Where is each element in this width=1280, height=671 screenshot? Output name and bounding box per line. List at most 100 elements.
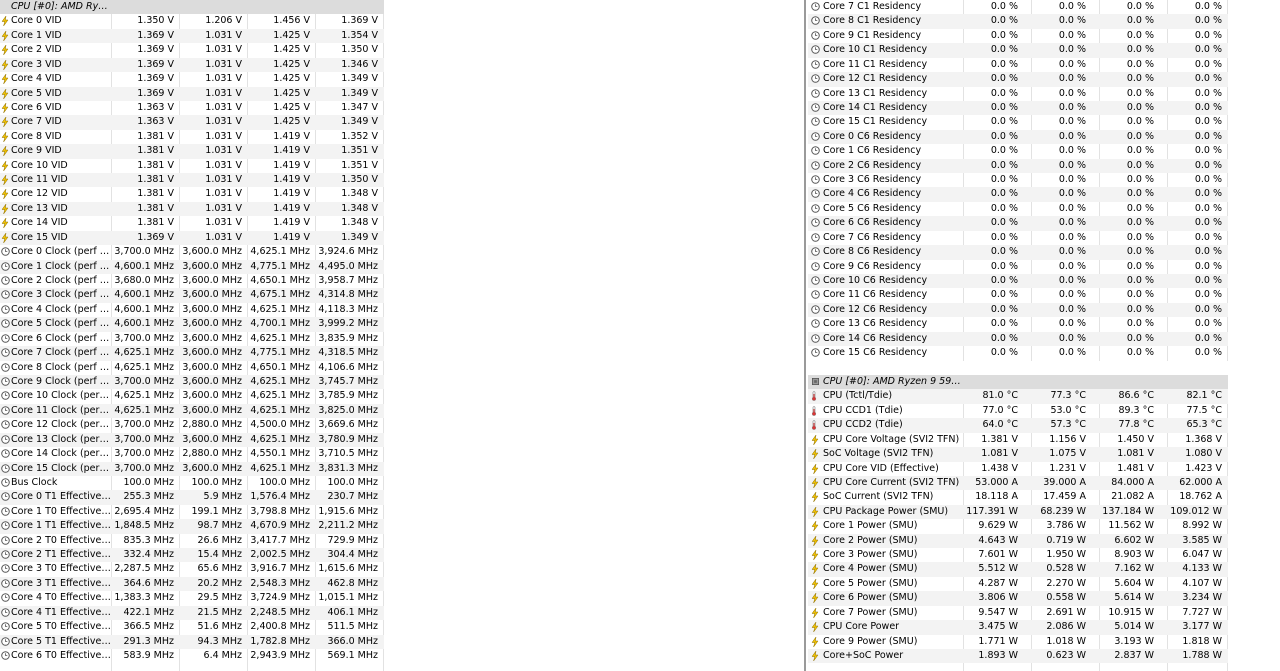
average-value: 0.0 % [1194,73,1222,85]
sensor-row[interactable]: Core 3 T0 Effective Cl...2,287.5 MHz 65.6… [0,562,384,576]
maximum-value: 1.081 V [1117,448,1154,460]
sensor-row[interactable]: Core 8 Clock (perf #1...4,625.1 MHz 3,600… [0,361,384,375]
sensor-row[interactable]: Core 12 C6 Residency 0.0 % 0.0 % 0.0 % 0.0 % [808,302,1228,318]
sensor-row[interactable]: Core 2 T0 Effective Cl... 835.3 MHz 26.6 M… [0,534,384,548]
sensor-row[interactable]: Core 15 VID 1.369 V 1.031 V 1.419 V 1.349 V [0,230,384,246]
sensor-row[interactable]: CPU CCD2 (Tdie) 64.0 °C 57.3 °C 77.8 °C 65.3… [808,418,1228,433]
sensor-row[interactable]: Core 13 VID 1.381 V 1.031 V 1.419 V 1.348 V [0,201,384,217]
sensor-row[interactable]: Core 4 Power (SMU) 5.512 W 0.528 W 7.162 W 4… [808,562,1228,577]
sensor-row[interactable]: CPU Core Power 3.475 W 2.086 W 5.014 W 3.177… [808,620,1228,635]
sensor-row[interactable]: Core 14 C6 Residency 0.0 % 0.0 % 0.0 % 0.0 % [808,331,1228,347]
sensor-row[interactable]: Core 5 Power (SMU) 4.287 W 2.270 W 5.604 W 4… [808,577,1228,591]
sensor-row[interactable]: Core 10 Clock (perf #...4,625.1 MHz3,600… [0,389,384,403]
sensor-row[interactable]: Core 0 T1 Effective Cl... 255.3 MHz 5.9 MH… [0,490,384,505]
sensor-row[interactable]: Core 2 C6 Residency 0.0 % 0.0 % 0.0 % 0.0 % [808,158,1228,174]
sensor-row[interactable]: Core 7 Clock (perf #1...4,625.1 MHz 3,600… [0,346,384,361]
sensor-row[interactable]: Core 0 Clock (perf #6...3,700.0 MHz 3,600… [0,245,384,259]
sensor-row[interactable]: Core 6 C6 Residency 0.0 % 0.0 % 0.0 % 0.0 % [808,216,1228,231]
sensor-row[interactable]: Core 13 C1 Residency 0.0 % 0.0 % 0.0 % 0.0 % [808,87,1228,101]
sensor-row[interactable]: Core 3 Power (SMU) 7.601 W 1.950 W 8.903 W 6… [808,548,1228,562]
sensor-row[interactable]: Core 9 C6 Residency 0.0 % 0.0 % 0.0 % 0.0 % [808,260,1228,274]
sensor-row[interactable]: Core 11 VID 1.381 V 1.031 V 1.419 V 1.350 V [0,173,384,188]
sensor-row[interactable]: SoC Voltage (SVI2 TFN) 1.081 V 1.075 V 1.08… [808,447,1228,462]
sensor-row[interactable]: Core 6 VID 1.363 V 1.031 V 1.425 V 1.347 V [0,101,384,115]
sensor-row[interactable]: Core 1 Power (SMU) 9.629 W 3.786 W 11.562 W… [808,519,1228,533]
sensor-row[interactable]: Core 7 VID 1.363 V 1.031 V 1.425 V 1.349 V [0,115,384,130]
sensor-row[interactable]: Core 6 Power (SMU) 3.806 W 0.558 W 5.614 W 3… [808,591,1228,606]
sensor-row[interactable]: Core 1 T0 Effective Cl...2,695.4 MHz 199.… [0,505,384,519]
sensor-row[interactable]: Core 4 Clock (perf #3...4,600.1 MHz 3,600… [0,303,384,317]
sensor-row[interactable]: Core 4 T1 Effective Cl... 422.1 MHz 21.5 M… [0,605,384,621]
sensor-row[interactable]: Core 5 C6 Residency 0.0 % 0.0 % 0.0 % 0.0 % [808,202,1228,216]
sensor-row[interactable]: Core 5 T0 Effective Cl... 366.5 MHz 51.6 M… [0,620,384,634]
sensor-row[interactable]: Core 1 Clock (perf #1...4,600.1 MHz 3,600… [0,259,384,275]
sensor-row[interactable]: CPU CCD1 (Tdie) 77.0 °C 53.0 °C 89.3 °C 77.5… [808,404,1228,418]
sensor-row[interactable]: Core 2 T1 Effective Cl... 332.4 MHz 15.4 M… [0,548,384,563]
current-value: 1.363 V [137,101,174,113]
sensor-row[interactable]: Core 1 C6 Residency 0.0 % 0.0 % 0.0 % 0.0 % [808,144,1228,158]
sensor-row[interactable]: Core 7 C6 Residency 0.0 % 0.0 % 0.0 % 0.0 % [808,231,1228,245]
sensor-row[interactable]: Core 12 C1 Residency 0.0 % 0.0 % 0.0 % 0.0 % [808,72,1228,87]
sensor-row[interactable]: SoC Current (SVI2 TFN) 18.118 A 17.459 A 21… [808,490,1228,504]
sensor-row[interactable]: CPU Package Power (SMU) 117.391 W 68.239 W… [808,504,1228,520]
sensor-row[interactable]: Core 10 VID 1.381 V 1.031 V 1.419 V 1.351 V [0,159,384,173]
sensor-row[interactable]: Core 3 T1 Effective Cl... 364.6 MHz 20.2 M… [0,576,384,592]
sensor-row[interactable]: Core 1 VID 1.369 V 1.031 V 1.425 V 1.354 V [0,28,384,44]
sensor-row[interactable]: Core 15 C1 Residency 0.0 % 0.0 % 0.0 % 0.0 % [808,115,1228,129]
sensor-row[interactable]: Core 7 Power (SMU) 9.547 W 2.691 W 10.915 W… [808,606,1228,620]
sensor-row[interactable]: Core 14 C1 Residency 0.0 % 0.0 % 0.0 % 0.0 % [808,100,1228,116]
maximum-value: 1.419 V [273,202,310,214]
sensor-row[interactable]: Core 8 C6 Residency 0.0 % 0.0 % 0.0 % 0.0 % [808,245,1228,260]
sensor-row[interactable]: Core 3 C6 Residency 0.0 % 0.0 % 0.0 % 0.0 % [808,173,1228,187]
sensor-row[interactable]: Core 9 Power (SMU) 1.771 W 1.018 W 3.193 W 1… [808,635,1228,649]
sensor-row[interactable]: Core 0 C6 Residency 0.0 % 0.0 % 0.0 % 0.0 % [808,129,1228,145]
sensor-row[interactable]: Core 2 Power (SMU) 4.643 W 0.719 W 6.602 W 3… [808,533,1228,549]
sensor-row[interactable]: Core 2 VID 1.369 V 1.031 V 1.425 V 1.350 V [0,43,384,57]
sensor-row[interactable]: Core 0 VID 1.350 V 1.206 V 1.456 V 1.369 V [0,14,384,28]
sensor-row[interactable]: Core 4 VID 1.369 V 1.031 V 1.425 V 1.349 V [0,72,384,86]
sensor-row[interactable]: Core 11 C6 Residency 0.0 % 0.0 % 0.0 % 0.0 % [808,288,1228,302]
sensor-row[interactable]: Core 5 VID 1.369 V 1.031 V 1.425 V 1.349 V [0,86,384,101]
sensor-name: CPU [#0]: AMD Ryzen 9 595... [823,375,961,387]
sensor-row[interactable]: Core 6 T0 Effective Cl... 583.9 MHz 6.4 MH… [0,649,384,663]
sensor-group-header[interactable]: CPU [#0]: AMD Ryzen 9 595... [808,374,1228,390]
sensor-row[interactable]: Core 7 C1 Residency 0.0 % 0.0 % 0.0 % 0.0 % [808,0,1228,14]
maximum-value: 2,548.3 MHz [250,577,310,589]
sensor-row[interactable]: Core 6 Clock (perf #5...3,700.0 MHz 3,600… [0,332,384,346]
sensor-row[interactable]: Core 12 VID 1.381 V 1.031 V 1.419 V 1.348 V [0,187,384,201]
sensor-row[interactable]: Core 9 Clock (perf #1...3,700.0 MHz 3,600… [0,374,384,390]
sensor-row[interactable]: Core 8 VID 1.381 V 1.031 V 1.419 V 1.352 V [0,130,384,144]
sensor-row[interactable]: CPU Core VID (Effective) 1.438 V 1.231 V 1.… [808,462,1228,476]
sensor-row[interactable]: Core 9 VID 1.381 V 1.031 V 1.419 V 1.351 V [0,144,384,159]
minimum-value: 65.6 MHz [197,563,243,575]
sensor-row[interactable]: CPU Core Voltage (SVI2 TFN) 1.381 V 1.156 … [808,433,1228,447]
sensor-row[interactable]: Core 4 C6 Residency 0.0 % 0.0 % 0.0 % 0.0 % [808,187,1228,202]
sensor-row[interactable]: Core 15 C6 Residency 0.0 % 0.0 % 0.0 % 0.0 % [808,346,1228,360]
sensor-row[interactable]: Core 13 Clock (perf #...3,700.0 MHz 3,600… [0,432,384,448]
sensor-group-header[interactable]: CPU [#0]: AMD Ryze... [0,0,384,15]
sensor-row[interactable]: Core+SoC Power 1.893 W 0.623 W 2.837 W 1.788… [808,648,1228,664]
sensor-row[interactable]: CPU Core Current (SVI2 TFN) 53.000 A 39.00… [808,475,1228,491]
sensor-row[interactable]: Core 15 Clock (perf #...3,700.0 MHz 3,600… [0,461,384,476]
sensor-row[interactable]: Core 14 Clock (perf #...3,700.0 MHz 2,880… [0,447,384,461]
sensor-row[interactable]: CPU (Tctl/Tdie) 81.0 °C 77.3 °C 86.6 °C 82.1… [808,389,1228,404]
sensor-row[interactable]: Core 3 VID 1.369 V 1.031 V 1.425 V 1.346 V [0,57,384,73]
sensor-row[interactable]: Core 5 T1 Effective Cl... 291.3 MHz 94.3 M… [0,634,384,649]
sensor-row[interactable]: Core 13 C6 Residency 0.0 % 0.0 % 0.0 % 0.0 % [808,317,1228,331]
sensor-row[interactable]: Core 8 C1 Residency 0.0 % 0.0 % 0.0 % 0.0 % [808,14,1228,29]
sensor-row[interactable]: Core 10 C1 Residency 0.0 % 0.0 % 0.0 % 0.0 % [808,43,1228,58]
panel-divider[interactable] [804,0,806,671]
sensor-row[interactable]: Core 1 T1 Effective Cl...1,848.5 MHz 98.7… [0,519,384,534]
sensor-row[interactable]: Core 11 Clock (perf #...4,625.1 MHz3,600… [0,403,384,419]
sensor-row[interactable]: Core 14 VID 1.381 V 1.031 V 1.419 V 1.348 V [0,216,384,230]
sensor-row[interactable]: Bus Clock 100.0 MHz 100.0 MHz 100.0 MHz 100.… [0,476,384,490]
sensor-row[interactable]: Core 3 Clock (perf #2...4,600.1 MHz 3,600… [0,288,384,303]
sensor-row[interactable]: Core 4 T0 Effective Cl...1,383.3 MHz 29.5… [0,591,384,605]
sensor-row[interactable]: Core 9 C1 Residency 0.0 % 0.0 % 0.0 % 0.0 % [808,29,1228,43]
sensor-row[interactable]: Core 10 C6 Residency 0.0 % 0.0 % 0.0 % 0.0 % [808,274,1228,289]
sensor-row[interactable]: Core 11 C1 Residency 0.0 % 0.0 % 0.0 % 0.0 % [808,58,1228,72]
sensor-row[interactable]: Core 12 Clock (perf #...3,700.0 MHz 2,880… [0,418,384,432]
sensor-row[interactable]: Core 5 Clock (perf #7...4,600.1 MHz 3,600… [0,317,384,332]
sensor-row[interactable]: Core 2 Clock (perf #4...3,680.0 MHz 3,600… [0,274,384,288]
maximum-value: 1,782.8 MHz [250,635,310,647]
